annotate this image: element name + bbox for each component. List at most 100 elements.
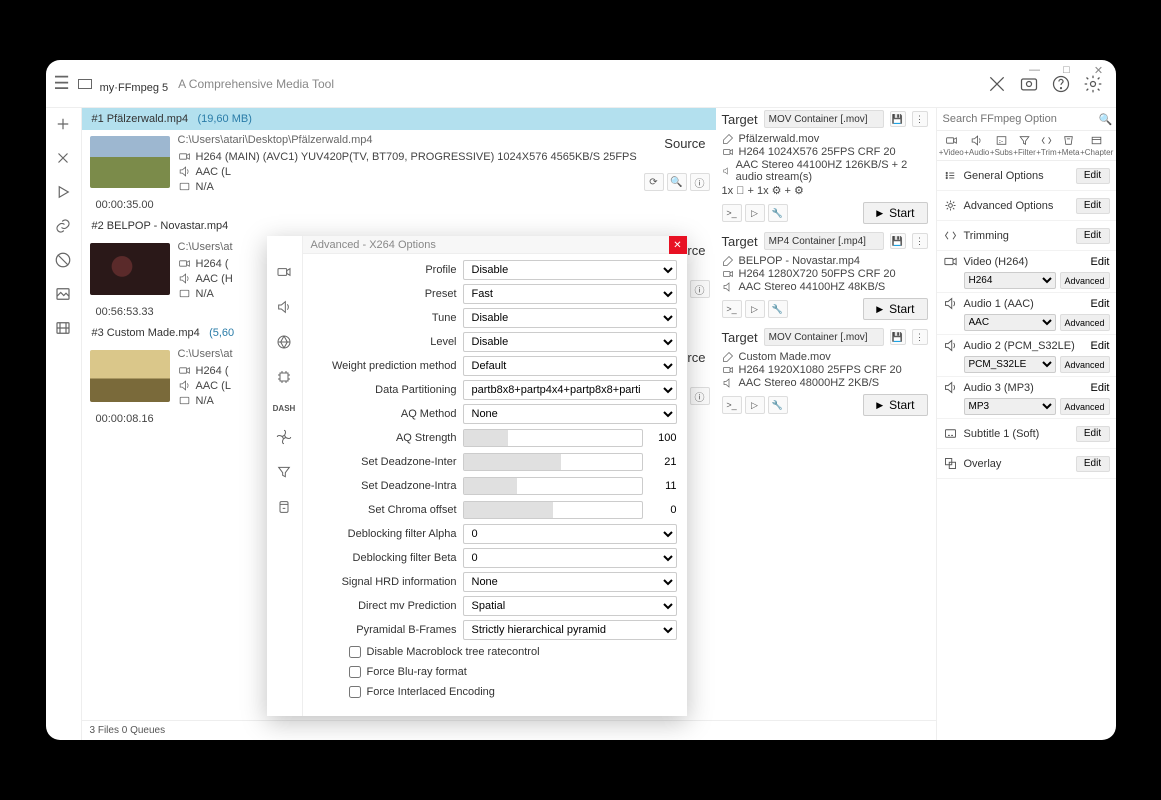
advanced-options[interactable]: Advanced OptionsEdit xyxy=(937,191,1116,221)
more-icon[interactable]: ⋮ xyxy=(912,329,928,345)
minimize-button[interactable]: — xyxy=(1028,64,1042,77)
trimming[interactable]: TrimmingEdit xyxy=(937,221,1116,251)
tool-icon[interactable]: 🔧 xyxy=(768,300,788,318)
src-btn-3[interactable]: ⓘ xyxy=(690,280,710,298)
archive-tab-icon[interactable] xyxy=(276,499,292,518)
src-btn-3[interactable]: ⓘ xyxy=(690,173,710,191)
dash-tab-icon[interactable]: DASH xyxy=(273,404,296,413)
file-header-1[interactable]: #2 BELPOP - Novastar.mp4 xyxy=(82,215,716,237)
field-11[interactable]: 0 xyxy=(463,524,677,544)
audio1-stream-advanced[interactable]: Advanced xyxy=(1060,314,1110,331)
check-2[interactable] xyxy=(349,686,361,698)
add-chapter-button[interactable]: +Chapter xyxy=(1080,134,1113,157)
term-icon[interactable]: >_ xyxy=(722,300,742,318)
video-stream-advanced[interactable]: Advanced xyxy=(1060,272,1110,289)
field-3[interactable]: Disable xyxy=(463,332,677,352)
field-13[interactable]: None xyxy=(463,572,677,592)
remove-icon[interactable] xyxy=(53,148,73,168)
general-options[interactable]: General OptionsEdit xyxy=(937,161,1116,191)
check-0[interactable] xyxy=(349,646,361,658)
aperture-tab-icon[interactable] xyxy=(276,334,292,353)
more-icon[interactable]: ⋮ xyxy=(912,233,928,249)
term-icon[interactable]: >_ xyxy=(722,204,742,222)
field-15[interactable]: Strictly hierarchical pyramid xyxy=(463,620,677,640)
add-trim-button[interactable]: +Trim xyxy=(1036,134,1056,157)
field-5[interactable]: partb8x8+partp4x4+partp8x8+parti xyxy=(463,380,677,400)
video-stream-edit[interactable]: Edit xyxy=(1091,256,1110,268)
audio3-stream-codec[interactable]: MP3 xyxy=(964,398,1056,415)
add-meta-button[interactable]: +Meta xyxy=(1057,134,1079,157)
file-header-0[interactable]: #1 Pfälzerwald.mp4 (19,60 MB) xyxy=(82,108,716,130)
nowatch-icon[interactable] xyxy=(53,250,73,270)
field-1[interactable]: Fast xyxy=(463,284,677,304)
start-button[interactable]: Start xyxy=(863,394,927,416)
run-icon[interactable]: ▷ xyxy=(745,300,765,318)
audio1-stream-codec[interactable]: AAC xyxy=(964,314,1056,331)
audio3-stream-edit[interactable]: Edit xyxy=(1091,382,1110,394)
field-12[interactable]: 0 xyxy=(463,548,677,568)
field-6[interactable]: None xyxy=(463,404,677,424)
overlay[interactable]: OverlayEdit xyxy=(937,449,1116,479)
audio-tab-icon[interactable] xyxy=(276,299,292,318)
field-2[interactable]: Disable xyxy=(463,308,677,328)
advanced-options-edit[interactable]: Edit xyxy=(1076,198,1110,214)
add-audio-button[interactable]: +Audio xyxy=(964,134,989,157)
preset-icon[interactable] xyxy=(986,73,1008,95)
audio2-stream-codec[interactable]: PCM_S32LE xyxy=(964,356,1056,373)
field-0[interactable]: Disable xyxy=(463,260,677,280)
more-icon[interactable]: ⋮ xyxy=(912,111,928,127)
term-icon[interactable]: >_ xyxy=(722,396,742,414)
container-select[interactable]: MOV Container [.mov] xyxy=(764,328,884,346)
layout-icon[interactable] xyxy=(78,79,92,89)
tool-icon[interactable]: 🔧 xyxy=(768,396,788,414)
start-button[interactable]: Start xyxy=(863,298,927,320)
add-video-button[interactable]: +Video xyxy=(939,134,964,157)
image-icon[interactable] xyxy=(53,284,73,304)
save-icon[interactable]: 💾 xyxy=(890,111,906,127)
save-icon[interactable]: 💾 xyxy=(890,233,906,249)
crop-tab-icon[interactable] xyxy=(276,369,292,388)
run-icon[interactable]: ▷ xyxy=(745,396,765,414)
filter-tab-icon[interactable] xyxy=(276,464,292,483)
start-button[interactable]: Start xyxy=(863,202,927,224)
src-btn-2[interactable]: 🔍 xyxy=(667,173,687,191)
src-btn-1[interactable]: ⟳ xyxy=(644,173,664,191)
queue-icon[interactable] xyxy=(53,318,73,338)
src-btn-3[interactable]: ⓘ xyxy=(690,387,710,405)
dialog-close-button[interactable]: ✕ xyxy=(669,236,687,254)
field-14[interactable]: Spatial xyxy=(463,596,677,616)
audio2-stream-edit[interactable]: Edit xyxy=(1091,340,1110,352)
container-select[interactable]: MOV Container [.mov] xyxy=(764,110,884,128)
audio3-stream-advanced[interactable]: Advanced xyxy=(1060,398,1110,415)
save-icon[interactable]: 💾 xyxy=(890,329,906,345)
tool-icon[interactable]: 🔧 xyxy=(768,204,788,222)
add-icon[interactable] xyxy=(53,114,73,134)
add-filter-button[interactable]: +Filter xyxy=(1013,134,1035,157)
field-4[interactable]: Default xyxy=(463,356,677,376)
menu-icon[interactable]: ☰ xyxy=(54,73,70,94)
audio1-stream-edit[interactable]: Edit xyxy=(1091,298,1110,310)
subtitle-edit[interactable]: Edit xyxy=(1076,426,1110,442)
subtitle[interactable]: Subtitle 1 (Soft)Edit xyxy=(937,419,1116,449)
maximize-button[interactable]: □ xyxy=(1060,64,1074,77)
fan-tab-icon[interactable] xyxy=(276,429,292,448)
overlay-edit[interactable]: Edit xyxy=(1076,456,1110,472)
link-icon[interactable] xyxy=(53,216,73,236)
search-icon[interactable]: 🔍 xyxy=(1096,113,1116,126)
audio2-stream-advanced[interactable]: Advanced xyxy=(1060,356,1110,373)
trimming-edit[interactable]: Edit xyxy=(1076,228,1110,244)
slider-9[interactable] xyxy=(463,477,643,495)
slider-10[interactable] xyxy=(463,501,643,519)
check-1[interactable] xyxy=(349,666,361,678)
general-options-edit[interactable]: Edit xyxy=(1076,168,1110,184)
play-icon[interactable] xyxy=(53,182,73,202)
add-subs-button[interactable]: +Subs xyxy=(990,134,1013,157)
video-tab-icon[interactable] xyxy=(276,264,292,283)
search-input[interactable] xyxy=(937,108,1096,130)
video-stream-codec[interactable]: H264 xyxy=(964,272,1056,289)
slider-7[interactable] xyxy=(463,429,643,447)
run-icon[interactable]: ▷ xyxy=(745,204,765,222)
slider-8[interactable] xyxy=(463,453,643,471)
close-button[interactable]: ✕ xyxy=(1092,64,1106,77)
container-select[interactable]: MP4 Container [.mp4] xyxy=(764,232,884,250)
